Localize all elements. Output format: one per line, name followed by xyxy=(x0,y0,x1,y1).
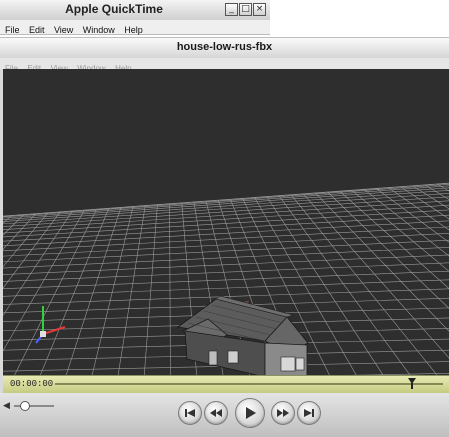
play-icon xyxy=(246,407,256,419)
grid-line xyxy=(363,189,449,257)
grid-line xyxy=(3,214,24,236)
movie-titlebar[interactable]: house-low-rus-fbx xyxy=(0,37,449,59)
3d-scene xyxy=(3,182,449,375)
grid-line xyxy=(3,215,12,224)
menu-edit[interactable]: Edit xyxy=(29,23,45,37)
house-model xyxy=(176,295,309,375)
grid-line xyxy=(3,213,37,250)
menu-window[interactable]: Window xyxy=(83,23,115,37)
timeline-bar: 00:00:00 xyxy=(3,375,449,394)
movie-viewport[interactable] xyxy=(3,69,449,375)
minimize-button[interactable]: _ xyxy=(225,3,238,16)
fast-forward-icon xyxy=(277,409,289,417)
grid-line xyxy=(65,207,122,375)
grid-line xyxy=(3,233,449,257)
scrubber-track[interactable] xyxy=(55,383,443,385)
app-menubar: File Edit View Window Help xyxy=(0,20,270,35)
menu-help[interactable]: Help xyxy=(124,23,143,37)
close-button[interactable]: × xyxy=(253,3,266,16)
go-to-end-icon xyxy=(304,409,314,417)
rewind-button[interactable] xyxy=(204,401,228,425)
app-title: Apple QuickTime xyxy=(65,2,163,16)
grid-line xyxy=(3,270,449,290)
movie-menubar: File Edit View Window Help xyxy=(0,58,449,73)
maximize-button[interactable]: □ xyxy=(239,3,252,16)
current-time-display: 00:00:00 xyxy=(10,379,54,389)
movie-window: house-low-rus-fbx File Edit View Window … xyxy=(0,37,449,437)
app-titlebar[interactable]: Apple QuickTime _ □ × xyxy=(0,0,270,21)
menu-view[interactable]: View xyxy=(54,23,73,37)
speaker-icon: ◀ xyxy=(3,401,10,411)
grid-line xyxy=(3,210,73,316)
play-button[interactable] xyxy=(235,398,265,428)
grid-line xyxy=(375,188,449,243)
go-to-start-icon xyxy=(185,409,195,417)
movie-title: house-low-rus-fbx xyxy=(176,41,273,53)
grid-line xyxy=(3,239,449,263)
go-to-end-button[interactable] xyxy=(297,401,321,425)
rewind-icon xyxy=(210,409,222,417)
menu-file[interactable]: File xyxy=(5,23,20,37)
grid-line xyxy=(143,204,158,375)
grid-line xyxy=(3,204,449,234)
grid-line xyxy=(3,190,449,222)
controller-area: ◀ xyxy=(0,393,449,437)
quicktime-app-window: Apple QuickTime _ □ × File Edit View Win… xyxy=(0,0,449,437)
go-to-start-button[interactable] xyxy=(178,401,202,425)
fast-forward-button[interactable] xyxy=(271,401,295,425)
grid-line xyxy=(117,205,146,375)
grid-line xyxy=(169,203,171,375)
playhead-stem xyxy=(410,383,413,389)
volume-slider-knob[interactable] xyxy=(20,401,30,411)
